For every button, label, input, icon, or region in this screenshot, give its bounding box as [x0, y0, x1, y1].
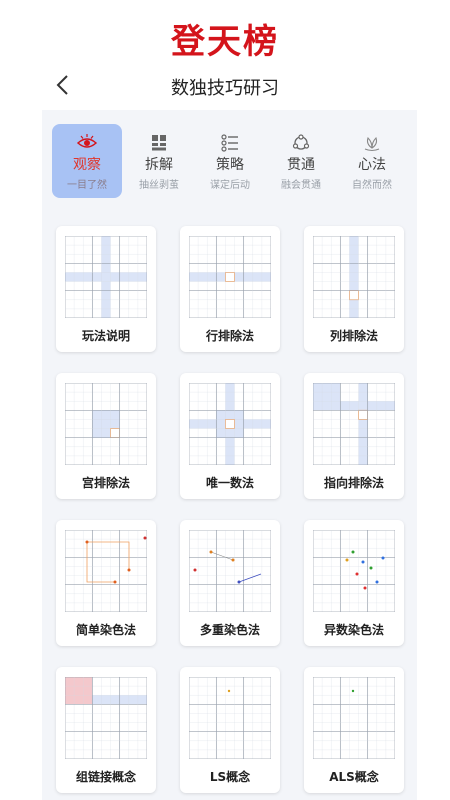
sudoku-thumbnail [313, 677, 395, 759]
card-label: 宫排除法 [81, 476, 130, 490]
card-ls-concept[interactable]: LS概念 [180, 667, 280, 793]
tab-subtitle: 自然而然 [352, 180, 392, 191]
card-label: 玩法说明 [81, 329, 130, 343]
eye-icon [77, 134, 97, 148]
sudoku-thumbnail [189, 677, 271, 759]
sudoku-thumbnail [65, 677, 147, 759]
card-simple-coloring[interactable]: 简单染色法 [56, 520, 156, 646]
tab-label: 拆解 [145, 157, 173, 173]
tab-strategy[interactable]: 策略 谋定后动 [195, 124, 265, 198]
card-label: ALS概念 [329, 770, 379, 784]
technique-tabs: 观察 一目了然 拆解 抽丝剥茧 策略 谋定后动 贯通 融会贯通 心法 自然而然 [52, 124, 407, 200]
card-label: 唯一数法 [205, 476, 254, 490]
tab-subtitle: 抽丝剥茧 [139, 180, 179, 191]
card-label: 异数染色法 [323, 623, 384, 637]
card-pointing-elimination[interactable]: 指向排除法 [304, 373, 404, 499]
sudoku-thumbnail [313, 383, 395, 465]
sudoku-thumbnail [65, 236, 147, 318]
card-label: 行排除法 [205, 329, 254, 343]
nav-bar: 数独技巧研习 [0, 68, 450, 104]
grid-icon [152, 135, 166, 151]
card-rules[interactable]: 玩法说明 [56, 226, 156, 352]
card-als-concept[interactable]: ALS概念 [304, 667, 404, 793]
tab-observe[interactable]: 观察 一目了然 [52, 124, 122, 198]
tab-label: 策略 [216, 157, 244, 173]
card-linked-set-concept[interactable]: 组链接概念 [56, 667, 156, 793]
card-column-elimination[interactable]: 列排除法 [304, 226, 404, 352]
card-distinct-coloring[interactable]: 异数染色法 [304, 520, 404, 646]
card-label: 列排除法 [329, 329, 378, 343]
tab-subtitle: 一目了然 [67, 180, 107, 191]
lotus-icon [364, 136, 380, 152]
card-multi-coloring[interactable]: 多重染色法 [180, 520, 280, 646]
sudoku-thumbnail [313, 530, 395, 612]
tab-subtitle: 谋定后动 [210, 180, 250, 191]
card-label: LS概念 [209, 770, 251, 784]
card-label: 指向排除法 [323, 476, 384, 490]
network-icon [292, 134, 310, 150]
page-title: 数独技巧研习 [171, 78, 279, 99]
sudoku-thumbnail [65, 383, 147, 465]
content-panel: 观察 一目了然 拆解 抽丝剥茧 策略 谋定后动 贯通 融会贯通 心法 自然而然 … [42, 110, 417, 800]
sudoku-thumbnail [189, 383, 271, 465]
tab-decompose[interactable]: 拆解 抽丝剥茧 [124, 124, 194, 198]
sudoku-thumbnail [65, 530, 147, 612]
tab-label: 心法 [358, 157, 386, 173]
sudoku-thumbnail [189, 530, 271, 612]
tab-connect[interactable]: 贯通 融会贯通 [266, 124, 336, 198]
list-icon [221, 134, 238, 152]
sudoku-thumbnail [189, 236, 271, 318]
card-label: 简单染色法 [75, 623, 136, 637]
tab-label: 观察 [73, 157, 101, 173]
tab-subtitle: 融会贯通 [281, 180, 321, 191]
card-label: 组链接概念 [75, 770, 136, 784]
card-box-elimination[interactable]: 宫排除法 [56, 373, 156, 499]
card-naked-single[interactable]: 唯一数法 [180, 373, 280, 499]
card-row-elimination[interactable]: 行排除法 [180, 226, 280, 352]
tab-mindset[interactable]: 心法 自然而然 [337, 124, 407, 198]
card-label: 多重染色法 [199, 623, 260, 637]
tab-label: 贯通 [287, 157, 315, 173]
banner-title: 登天榜 [171, 22, 279, 62]
sudoku-thumbnail [313, 236, 395, 318]
